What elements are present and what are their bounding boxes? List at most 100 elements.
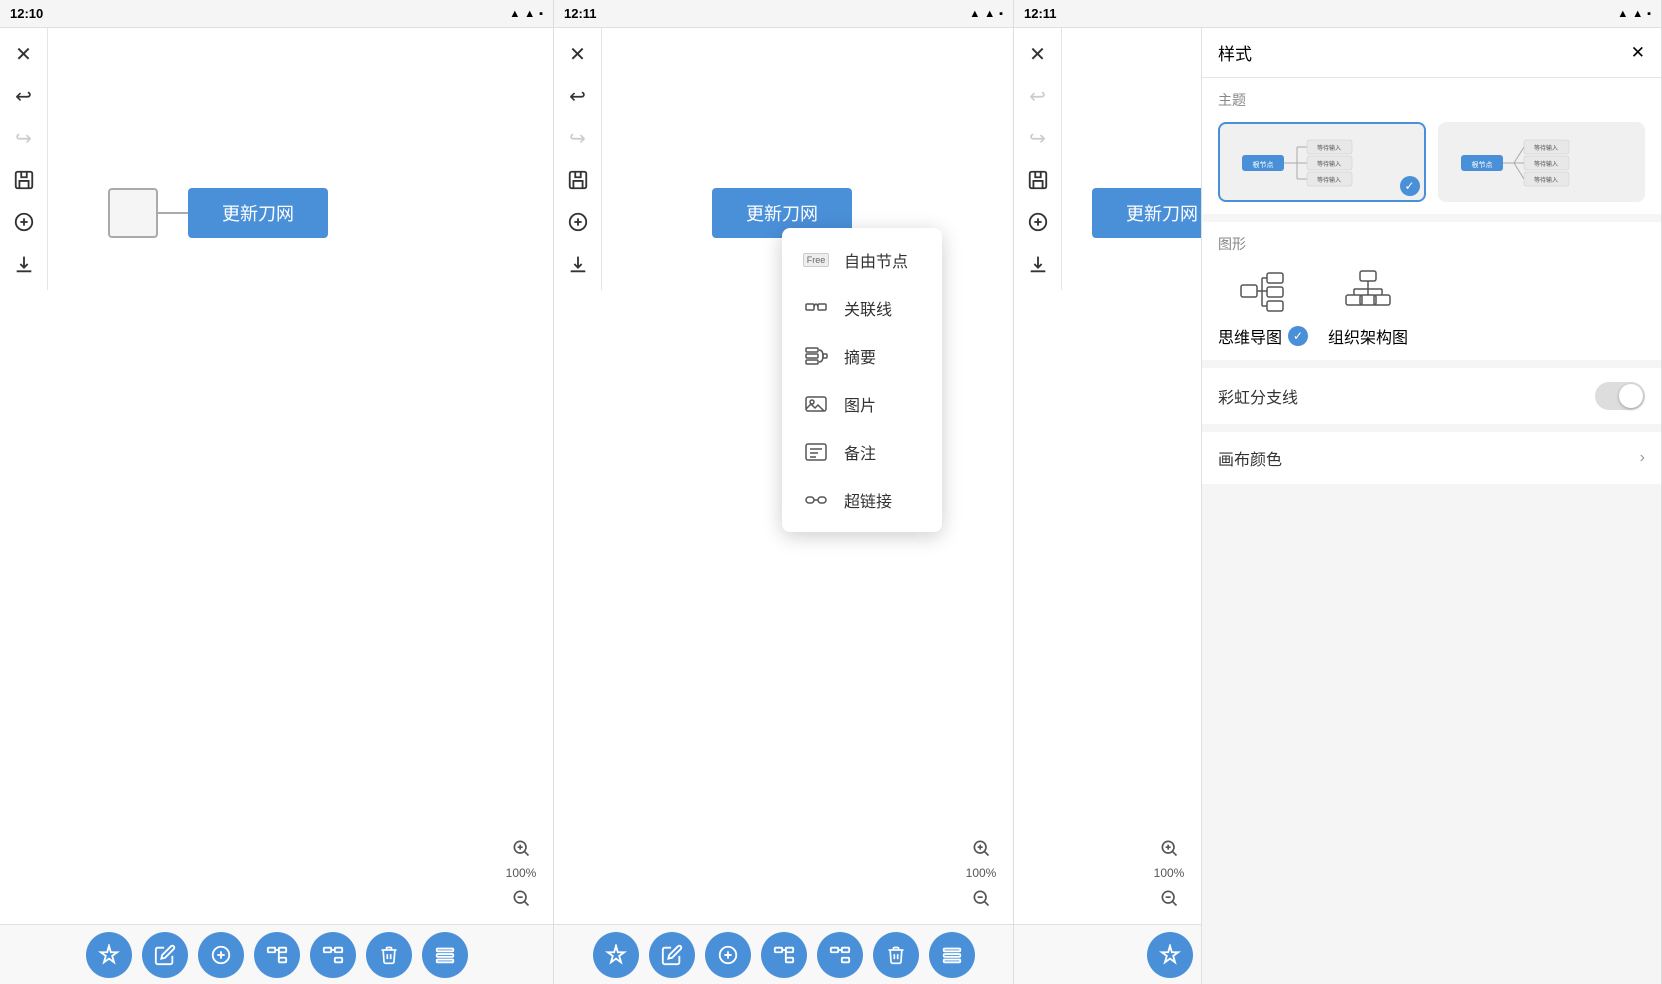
zoom-controls-2: 100% xyxy=(965,832,997,914)
magic-button-3[interactable] xyxy=(1147,932,1193,978)
undo-button[interactable]: ↩ xyxy=(6,78,42,114)
svg-text:等待输入: 等待输入 xyxy=(1317,160,1341,168)
zoom-controls-3: 100% xyxy=(1153,832,1185,914)
menu-item-free-node[interactable]: Free 自由节点 xyxy=(782,236,942,284)
bottom-toolbar-1 xyxy=(0,924,553,984)
status-icons-3: ▲ ▲ ▪ xyxy=(1617,8,1651,20)
zoom-out-button[interactable] xyxy=(505,882,537,914)
zoom-in-button-3[interactable] xyxy=(1153,832,1185,864)
time-1: 12:10 xyxy=(10,6,43,21)
shape-section: 图形 xyxy=(1202,222,1661,360)
org-chart-option[interactable]: 组织架构图 xyxy=(1328,266,1408,348)
magic-button-2[interactable] xyxy=(593,932,639,978)
time-3: 12:11 xyxy=(1024,6,1057,21)
add-button-2[interactable] xyxy=(560,204,596,240)
panel-2: 12:11 ▲ ▲ ▪ ✕ ↩ ↪ xyxy=(554,0,1014,984)
canvas-2: 更新刀网 Free 自由节点 关联线 xyxy=(602,28,1013,924)
add-button-3[interactable] xyxy=(1020,204,1056,240)
toggle-knob xyxy=(1619,384,1643,408)
wifi-icon: ▲ xyxy=(524,8,535,20)
sidebar-toolbar-2: ✕ ↩ ↪ xyxy=(554,28,602,290)
theme-preview-1: 根节点 等待输入 等待输入 xyxy=(1237,127,1407,197)
close-button-3[interactable]: ✕ xyxy=(1020,36,1056,72)
note-label: 备注 xyxy=(844,440,876,464)
delete-button[interactable] xyxy=(366,932,412,978)
child-node-button[interactable] xyxy=(254,932,300,978)
save-button[interactable] xyxy=(6,162,42,198)
connect-button-2[interactable] xyxy=(705,932,751,978)
org-chart-label: 组织架构图 xyxy=(1328,324,1408,348)
menu-item-relation-line[interactable]: 关联线 xyxy=(782,284,942,332)
signal-icon-3: ▲ xyxy=(1617,8,1628,20)
save-button-3[interactable] xyxy=(1020,162,1056,198)
signal-icon: ▲ xyxy=(509,8,520,20)
redo-button-2[interactable]: ↪ xyxy=(560,120,596,156)
mind-map-check: ✓ xyxy=(1288,326,1308,346)
status-icons-1: ▲ ▲ ▪ xyxy=(509,8,543,20)
svg-text:根节点: 根节点 xyxy=(1472,160,1493,169)
rainbow-label: 彩虹分支线 xyxy=(1218,384,1298,408)
menu-item-hyperlink[interactable]: 超链接 xyxy=(782,476,942,524)
svg-text:等待输入: 等待输入 xyxy=(1317,144,1341,152)
popup-menu: Free 自由节点 关联线 xyxy=(782,228,942,532)
node-group-1: 更新刀网 xyxy=(108,188,328,238)
sibling-node-button[interactable] xyxy=(310,932,356,978)
root-node-gray[interactable] xyxy=(108,188,158,238)
theme-card-2[interactable]: 根节点 等待输入 等待输入 等待输入 xyxy=(1438,122,1646,202)
connect-button[interactable] xyxy=(198,932,244,978)
status-bar-2: 12:11 ▲ ▲ ▪ xyxy=(554,0,1013,28)
theme-cards: 根节点 等待输入 等待输入 xyxy=(1218,122,1645,202)
redo-button-3[interactable]: ↪ xyxy=(1020,120,1056,156)
menu-item-note[interactable]: 备注 xyxy=(782,428,942,476)
delete-button-2[interactable] xyxy=(873,932,919,978)
zoom-out-button-2[interactable] xyxy=(965,882,997,914)
save-button-2[interactable] xyxy=(560,162,596,198)
add-button[interactable] xyxy=(6,204,42,240)
zoom-in-button-2[interactable] xyxy=(965,832,997,864)
magic-button[interactable] xyxy=(86,932,132,978)
menu-item-summary[interactable]: 摘要 xyxy=(782,332,942,380)
redo-button[interactable]: ↪ xyxy=(6,120,42,156)
svg-text:等待输入: 等待输入 xyxy=(1534,160,1558,168)
close-button-2[interactable]: ✕ xyxy=(560,36,596,72)
download-button-2[interactable] xyxy=(560,246,596,282)
main-node-1[interactable]: 更新刀网 xyxy=(188,188,328,238)
more-button[interactable] xyxy=(422,932,468,978)
main-node-3[interactable]: 更新刀网 xyxy=(1092,188,1201,238)
download-button[interactable] xyxy=(6,246,42,282)
hyperlink-label: 超链接 xyxy=(844,488,892,512)
zoom-out-button-3[interactable] xyxy=(1153,882,1185,914)
undo-button-3[interactable]: ↩ xyxy=(1020,78,1056,114)
close-panel-button[interactable]: ✕ xyxy=(1631,43,1645,63)
theme-card-1[interactable]: 根节点 等待输入 等待输入 xyxy=(1218,122,1426,202)
node-connector xyxy=(158,212,188,214)
note-icon xyxy=(802,438,830,466)
svg-text:等待输入: 等待输入 xyxy=(1534,144,1558,152)
battery-icon-2: ▪ xyxy=(999,8,1003,20)
relation-line-label: 关联线 xyxy=(844,296,892,320)
mind-map-option[interactable]: 思维导图 ✓ xyxy=(1218,266,1308,348)
summary-icon xyxy=(802,342,830,370)
rainbow-toggle-row: 彩虹分支线 xyxy=(1202,368,1661,424)
zoom-label-3: 100% xyxy=(1154,866,1185,880)
signal-icon-2: ▲ xyxy=(969,8,980,20)
more-button-2[interactable] xyxy=(929,932,975,978)
svg-text:等待输入: 等待输入 xyxy=(1317,176,1341,184)
undo-button-2[interactable]: ↩ xyxy=(560,78,596,114)
theme-section-title: 主题 xyxy=(1218,90,1645,110)
child-node-button-2[interactable] xyxy=(761,932,807,978)
download-button-3[interactable] xyxy=(1020,246,1056,282)
canvas-color-row[interactable]: 画布颜色 › xyxy=(1202,432,1661,484)
relation-line-icon xyxy=(802,294,830,322)
rainbow-toggle[interactable] xyxy=(1595,382,1645,410)
sibling-node-button-2[interactable] xyxy=(817,932,863,978)
style-panel-header: 样式 ✕ xyxy=(1202,28,1661,78)
style-panel: 样式 ✕ 主题 根节点 xyxy=(1201,28,1661,984)
canvas-3: 更新刀网 xyxy=(1062,28,1201,924)
edit-button-2[interactable] xyxy=(649,932,695,978)
zoom-in-button[interactable] xyxy=(505,832,537,864)
panel-3: 12:11 ▲ ▲ ▪ ✕ ↩ ↪ xyxy=(1014,0,1662,984)
edit-button[interactable] xyxy=(142,932,188,978)
close-button[interactable]: ✕ xyxy=(6,36,42,72)
menu-item-image[interactable]: 图片 xyxy=(782,380,942,428)
